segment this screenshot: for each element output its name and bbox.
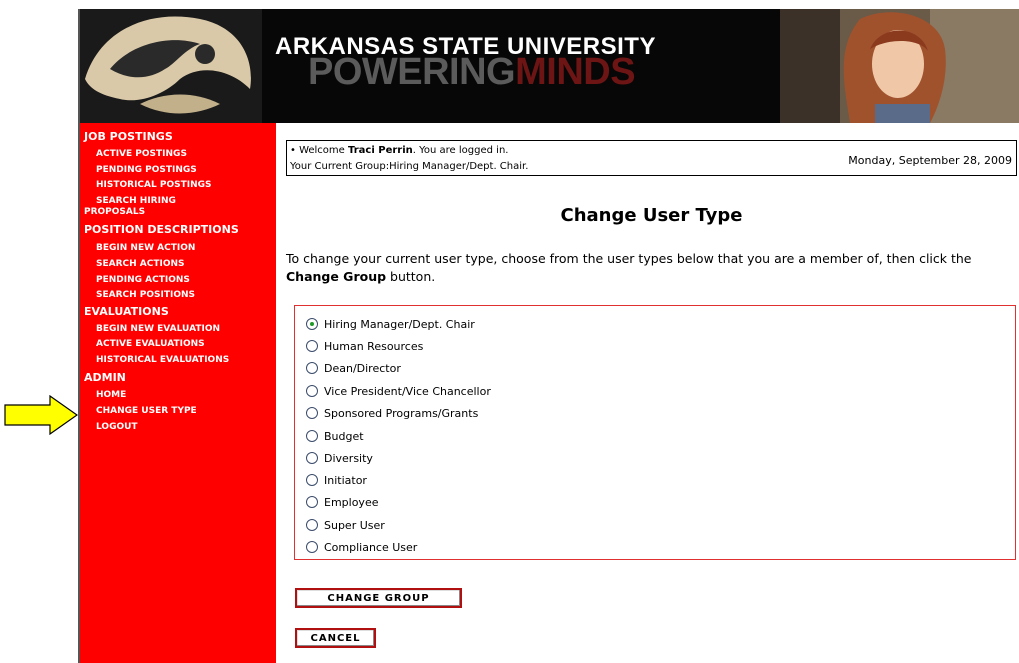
radio-button[interactable] <box>306 474 318 486</box>
sidebar-item-search-hiring[interactable]: SEARCH HIRING <box>96 196 176 206</box>
sidebar-item-search-actions[interactable]: SEARCH ACTIONS <box>96 259 185 269</box>
option-label: Diversity <box>324 451 373 465</box>
red-wolf-mascot-logo <box>80 9 262 123</box>
sidebar-heading-admin: ADMIN <box>84 371 126 384</box>
user-type-options: Hiring Manager/Dept. Chair Human Resourc… <box>294 305 1016 560</box>
sidebar-item-change-user-type[interactable]: CHANGE USER TYPE <box>96 406 197 416</box>
instructions-text: To change your current user type, choose… <box>286 250 1016 286</box>
radio-button[interactable] <box>306 407 318 419</box>
option-compliance-user[interactable]: Compliance User <box>306 539 417 555</box>
sidebar-item-historical-postings[interactable]: HISTORICAL POSTINGS <box>96 180 212 190</box>
current-group-line: Your Current Group:Hiring Manager/Dept. … <box>290 161 529 172</box>
sidebar-item-pending-actions[interactable]: PENDING ACTIONS <box>96 275 190 285</box>
option-label: Sponsored Programs/Grants <box>324 406 479 420</box>
welcome-prefix: • Welcome <box>290 145 348 156</box>
radio-button[interactable] <box>306 362 318 374</box>
sidebar-item-historical-evaluations[interactable]: HISTORICAL EVALUATIONS <box>96 355 229 365</box>
option-diversity[interactable]: Diversity <box>306 450 373 466</box>
sidebar-item-pending-postings[interactable]: PENDING POSTINGS <box>96 165 197 175</box>
radio-button[interactable] <box>306 385 318 397</box>
instructions-after: button. <box>386 269 436 284</box>
banner-photo <box>780 9 1019 123</box>
welcome-box: • Welcome Traci Perrin. You are logged i… <box>286 140 1017 176</box>
option-label: Employee <box>324 495 379 509</box>
sidebar-item-search-positions[interactable]: SEARCH POSITIONS <box>96 290 195 300</box>
sidebar-item-begin-new-action[interactable]: BEGIN NEW ACTION <box>96 243 195 253</box>
radio-button[interactable] <box>306 318 318 330</box>
radio-button[interactable] <box>306 452 318 464</box>
option-initiator[interactable]: Initiator <box>306 472 367 488</box>
option-budget[interactable]: Budget <box>306 428 364 444</box>
option-label: Compliance User <box>324 540 418 554</box>
instructions-before: To change your current user type, choose… <box>286 251 972 266</box>
sidebar-item-active-postings[interactable]: ACTIVE POSTINGS <box>96 149 187 159</box>
arrow-right-icon <box>4 395 78 435</box>
option-label: Super User <box>324 518 385 532</box>
user-name: Traci Perrin <box>348 145 413 156</box>
sidebar-heading-job-postings: JOB POSTINGS <box>84 130 173 143</box>
sidebar-item-begin-new-evaluation[interactable]: BEGIN NEW EVALUATION <box>96 324 220 334</box>
sidebar-nav: JOB POSTINGS ACTIVE POSTINGS PENDING POS… <box>80 123 276 663</box>
instructions-bold: Change Group <box>286 269 387 284</box>
sidebar-heading-position-descriptions: POSITION DESCRIPTIONS <box>84 223 239 236</box>
header-banner: ARKANSAS STATE UNIVERSITY POWERINGMINDS <box>80 9 1019 123</box>
option-label: Dean/Director <box>324 361 401 375</box>
change-group-button[interactable]: CHANGE GROUP <box>295 588 462 608</box>
option-label: Initiator <box>324 473 367 487</box>
option-human-resources[interactable]: Human Resources <box>306 338 423 354</box>
sidebar-item-proposals[interactable]: PROPOSALS <box>84 207 145 217</box>
option-hiring-manager[interactable]: Hiring Manager/Dept. Chair <box>306 316 475 332</box>
option-employee[interactable]: Employee <box>306 494 378 510</box>
sidebar-item-logout[interactable]: LOGOUT <box>96 422 138 432</box>
option-label: Budget <box>324 429 364 443</box>
cancel-button[interactable]: CANCEL <box>295 628 376 648</box>
sidebar-item-active-evaluations[interactable]: ACTIVE EVALUATIONS <box>96 339 205 349</box>
welcome-line: • Welcome Traci Perrin. You are logged i… <box>290 145 508 156</box>
option-label: Vice President/Vice Chancellor <box>324 384 491 398</box>
tagline-minds: MINDS <box>515 51 636 93</box>
option-dean-director[interactable]: Dean/Director <box>306 360 401 376</box>
option-label: Hiring Manager/Dept. Chair <box>324 317 475 331</box>
radio-button[interactable] <box>306 340 318 352</box>
option-super-user[interactable]: Super User <box>306 517 385 533</box>
sidebar-heading-evaluations: EVALUATIONS <box>84 305 169 318</box>
page-title: Change User Type <box>560 205 743 226</box>
option-label: Human Resources <box>324 339 424 353</box>
current-date: Monday, September 28, 2009 <box>848 154 1012 167</box>
option-vice-president[interactable]: Vice President/Vice Chancellor <box>306 383 491 399</box>
radio-button[interactable] <box>306 519 318 531</box>
radio-button[interactable] <box>306 430 318 442</box>
tagline: POWERINGMINDS <box>308 51 636 93</box>
radio-button[interactable] <box>306 541 318 553</box>
sidebar-item-home[interactable]: HOME <box>96 390 126 400</box>
radio-button[interactable] <box>306 496 318 508</box>
option-sponsored-programs[interactable]: Sponsored Programs/Grants <box>306 405 478 421</box>
welcome-suffix: . You are logged in. <box>412 145 509 156</box>
tagline-powering: POWERING <box>308 51 516 93</box>
